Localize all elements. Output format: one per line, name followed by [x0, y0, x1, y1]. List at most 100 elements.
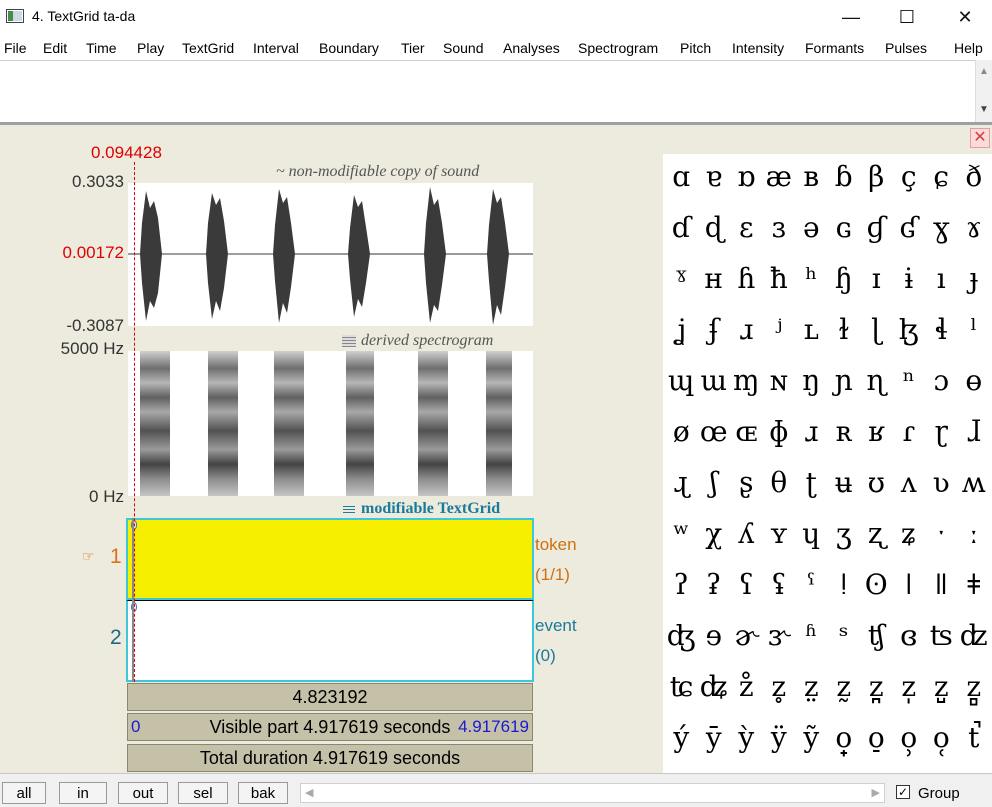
ipa-symbol-key[interactable]: ʟ	[795, 313, 828, 346]
menu-help[interactable]: Help	[954, 40, 983, 56]
ipa-symbol-key[interactable]: ʊ	[860, 466, 893, 499]
ipa-symbol-key[interactable]: ɬ	[925, 313, 958, 346]
ipa-symbol-key[interactable]: ʑ	[893, 517, 926, 550]
ipa-symbol-key[interactable]: ʦ	[925, 619, 958, 652]
ipa-symbol-key[interactable]: ɵ	[958, 364, 991, 397]
ipa-symbol-key[interactable]: ʤ	[665, 619, 698, 652]
visible-part-bar[interactable]: 0 Visible part 4.917619 seconds 4.917619	[127, 713, 533, 741]
ipa-symbol-key[interactable]: ỹ	[795, 721, 828, 754]
ipa-symbol-key[interactable]: ʀ	[828, 415, 861, 448]
zoom-out-button[interactable]: out	[118, 782, 168, 804]
ipa-symbol-key[interactable]: ɢ	[828, 211, 861, 244]
maximize-icon[interactable]: ☐	[878, 0, 936, 34]
ipa-symbol-key[interactable]: ɻ	[665, 466, 698, 499]
ipa-keyboard[interactable]: ɑɐɒæʙɓβçɕðɗɖɛɜəɢɠʛɣɤˠʜɦħʰɧɪɨıɟʝʄɹʲʟɫɭɮɬˡ…	[663, 154, 992, 773]
close-keyboard-icon[interactable]: ✕	[970, 128, 990, 148]
ipa-symbol-key[interactable]: ɹ	[795, 415, 828, 448]
menu-play[interactable]: Play	[137, 40, 164, 56]
zoom-back-button[interactable]: bak	[238, 782, 288, 804]
ipa-symbol-key[interactable]: ʧ	[860, 619, 893, 652]
ipa-symbol-key[interactable]: ʕ	[730, 568, 763, 601]
ipa-symbol-key[interactable]: ɰ	[665, 364, 698, 397]
ipa-symbol-key[interactable]: ɒ	[730, 160, 763, 193]
ipa-symbol-key[interactable]: ɔ	[925, 364, 958, 397]
ipa-symbol-key[interactable]: o̜	[925, 721, 958, 754]
waveform-panel[interactable]	[128, 183, 533, 326]
ipa-symbol-key[interactable]: ʝ	[665, 313, 698, 346]
ipa-symbol-key[interactable]: ɧ	[828, 262, 861, 295]
ipa-symbol-key[interactable]: t̚	[958, 721, 991, 754]
ipa-symbol-key[interactable]: ʛ	[893, 211, 926, 244]
ipa-symbol-key[interactable]: ʂ	[730, 466, 763, 499]
ipa-symbol-key[interactable]: ʙ	[795, 160, 828, 193]
tier-token[interactable]	[126, 518, 534, 600]
ipa-symbol-key[interactable]: ʥ	[698, 670, 731, 703]
menu-time[interactable]: Time	[86, 40, 117, 56]
ipa-symbol-key[interactable]: ʔ	[665, 568, 698, 601]
scroll-up-icon[interactable]: ▲	[979, 66, 989, 77]
ipa-symbol-key[interactable]: ʎ	[730, 517, 763, 550]
menu-sound[interactable]: Sound	[443, 40, 483, 56]
ipa-symbol-key[interactable]: ɞ	[893, 619, 926, 652]
group-checkbox[interactable]: ✓	[896, 785, 910, 799]
ipa-symbol-key[interactable]: ɭ	[860, 313, 893, 346]
ipa-symbol-key[interactable]: ˑ	[925, 517, 958, 550]
ipa-symbol-key[interactable]: χ	[698, 517, 731, 550]
ipa-symbol-key[interactable]: ʢ	[763, 568, 796, 601]
ipa-symbol-key[interactable]: z̥	[763, 670, 796, 703]
ipa-symbol-key[interactable]: ỳ	[730, 721, 763, 754]
total-duration-bar[interactable]: Total duration 4.917619 seconds	[127, 744, 533, 772]
text-scrollbar[interactable]: ▲ ▼	[975, 60, 992, 122]
ipa-symbol-key[interactable]: ǀ	[893, 568, 926, 601]
ipa-symbol-key[interactable]: ç	[893, 160, 926, 193]
ipa-symbol-key[interactable]: z̪	[860, 670, 893, 703]
ipa-symbol-key[interactable]: ȳ	[698, 721, 731, 754]
menu-interval[interactable]: Interval	[253, 40, 299, 56]
ipa-symbol-key[interactable]: ʌ	[893, 466, 926, 499]
ipa-symbol-key[interactable]: ŋ	[795, 364, 828, 397]
ipa-symbol-key[interactable]: o̠	[860, 721, 893, 754]
menu-boundary[interactable]: Boundary	[319, 40, 379, 56]
ipa-symbol-key[interactable]: ˤ	[795, 568, 828, 601]
ipa-symbol-key[interactable]: ʨ	[665, 670, 698, 703]
ipa-symbol-key[interactable]: β	[860, 160, 893, 193]
ipa-symbol-key[interactable]: z̊	[730, 670, 763, 703]
ipa-symbol-key[interactable]: ħ	[763, 262, 796, 295]
ipa-symbol-key[interactable]: ɲ	[828, 364, 861, 397]
ipa-symbol-key[interactable]: æ	[763, 160, 796, 193]
ipa-symbol-key[interactable]: ʐ	[860, 517, 893, 550]
ipa-symbol-key[interactable]: œ	[698, 415, 731, 448]
interval-text-field[interactable]	[0, 60, 975, 122]
ipa-symbol-key[interactable]: z̺	[925, 670, 958, 703]
menu-file[interactable]: File	[4, 40, 27, 56]
tier-event[interactable]	[126, 600, 534, 682]
ipa-symbol-key[interactable]: ɣ	[925, 211, 958, 244]
ipa-symbol-key[interactable]: ʣ	[958, 619, 991, 652]
time-scrollbar[interactable]: ◀ ▶	[300, 783, 885, 803]
ipa-symbol-key[interactable]: ʈ	[795, 466, 828, 499]
ipa-symbol-key[interactable]: ɝ	[763, 619, 796, 652]
ipa-symbol-key[interactable]: ɖ	[698, 211, 731, 244]
ipa-symbol-key[interactable]: ⁿ	[893, 364, 926, 397]
ipa-symbol-key[interactable]: z̩	[893, 670, 926, 703]
ipa-symbol-key[interactable]: ɚ	[730, 619, 763, 652]
ipa-symbol-key[interactable]: ɑ	[665, 160, 698, 193]
ipa-symbol-key[interactable]: z̰	[828, 670, 861, 703]
ipa-symbol-key[interactable]: ɮ	[893, 313, 926, 346]
scroll-right-icon[interactable]: ▶	[872, 786, 880, 799]
ipa-symbol-key[interactable]: ɥ	[795, 517, 828, 550]
ipa-symbol-key[interactable]: ɶ	[730, 415, 763, 448]
ipa-symbol-key[interactable]: ɟ	[958, 262, 991, 295]
menu-pitch[interactable]: Pitch	[680, 40, 711, 56]
ipa-symbol-key[interactable]: ɱ	[730, 364, 763, 397]
ipa-symbol-key[interactable]: ɽ	[925, 415, 958, 448]
ipa-symbol-key[interactable]: ɓ	[828, 160, 861, 193]
ipa-symbol-key[interactable]: ɗ	[665, 211, 698, 244]
ipa-symbol-key[interactable]: z̤	[795, 670, 828, 703]
menu-textgrid[interactable]: TextGrid	[182, 40, 234, 56]
menu-analyses[interactable]: Analyses	[503, 40, 560, 56]
ipa-symbol-key[interactable]: ɕ	[925, 160, 958, 193]
ipa-symbol-key[interactable]: ɸ	[763, 415, 796, 448]
menu-pulses[interactable]: Pulses	[885, 40, 927, 56]
interval-duration-bar[interactable]: 4.823192	[127, 683, 533, 711]
